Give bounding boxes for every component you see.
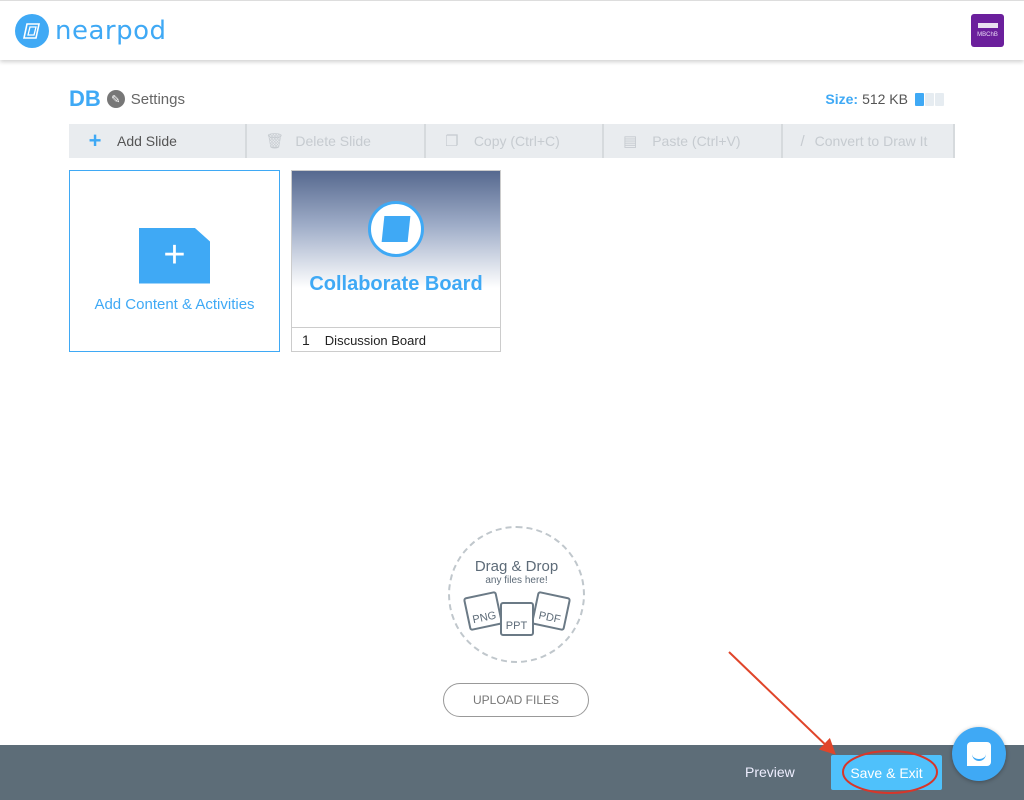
logo-icon	[15, 14, 49, 48]
settings-link[interactable]: Settings	[131, 91, 185, 108]
slide-toolbar: + Add Slide 🗑 Delete Slide ❐ Copy (Ctrl+C) …	[69, 124, 956, 158]
drag-drop-zone[interactable]: Drag & Drop any files here! PNG PPT PDF	[448, 526, 585, 663]
pdf-file-icon: PDF	[530, 590, 571, 632]
lesson-title-bar: DB ✎ Settings	[69, 86, 185, 112]
save-exit-button[interactable]: Save & Exit	[831, 755, 942, 790]
paste-button[interactable]: ▤ Paste (Ctrl+V)	[604, 124, 783, 158]
delete-slide-button[interactable]: 🗑 Delete Slide	[247, 124, 426, 158]
chat-button[interactable]	[952, 727, 1006, 781]
pencil-icon[interactable]: ✎	[106, 90, 125, 108]
add-file-icon: +	[139, 227, 210, 284]
copy-button[interactable]: ❐ Copy (Ctrl+C)	[426, 124, 605, 158]
copy-icon: ❐	[445, 133, 459, 150]
png-file-icon: PNG	[462, 590, 503, 632]
top-bar: nearpod MBChB	[0, 0, 1024, 60]
ppt-file-icon: PPT	[499, 602, 534, 636]
pencil-icon: /	[800, 132, 805, 150]
slide-card[interactable]: Collaborate Board 1 Discussion Board	[291, 170, 501, 352]
slide-number: 1	[302, 332, 310, 348]
upload-files-button[interactable]: UPLOAD FILES	[443, 683, 589, 717]
size-indicator: Size: 512 KB	[825, 91, 944, 107]
convert-draw-it-button[interactable]: / Convert to Draw It	[783, 124, 956, 158]
preview-button[interactable]: Preview	[745, 764, 795, 780]
slide-name: Discussion Board	[324, 332, 426, 348]
chat-icon	[967, 742, 991, 766]
collaborate-board-icon	[368, 201, 424, 257]
nearpod-logo[interactable]: nearpod	[15, 14, 167, 48]
add-content-card[interactable]: + Add Content & Activities	[69, 170, 280, 352]
avatar[interactable]: MBChB	[971, 14, 1004, 47]
add-slide-button[interactable]: + Add Slide	[69, 124, 248, 158]
size-meter	[915, 92, 944, 106]
paste-icon: ▤	[623, 133, 638, 150]
annotation-arrow	[728, 651, 836, 755]
avatar-logo	[977, 23, 998, 28]
annotation-overlay	[728, 651, 938, 794]
lesson-title: DB	[69, 86, 101, 111]
slide-thumbnail: Collaborate Board	[292, 171, 500, 328]
trash-icon: 🗑	[265, 133, 285, 150]
plus-icon: +	[88, 128, 102, 153]
